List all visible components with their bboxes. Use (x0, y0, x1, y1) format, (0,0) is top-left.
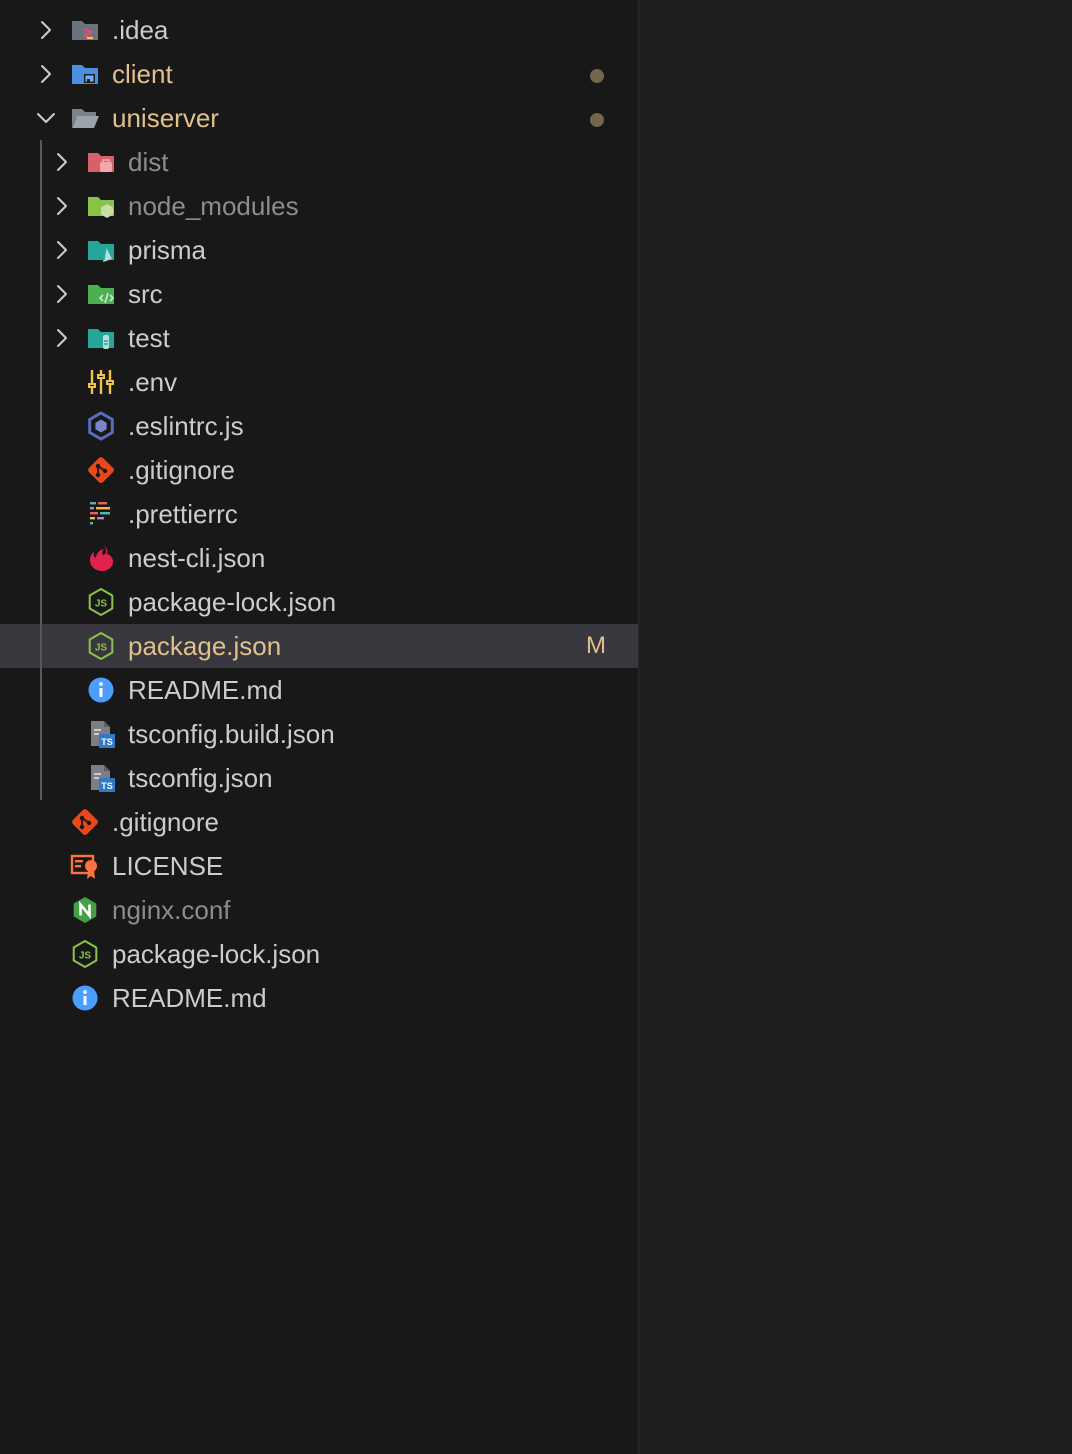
modified-dot (590, 113, 604, 127)
item-label: LICENSE (112, 851, 224, 881)
item-label: test (128, 323, 170, 353)
folder-idea[interactable]: .idea (0, 8, 638, 52)
folder-node-icon (86, 191, 116, 221)
file-nginx-conf[interactable]: nginx.conf (0, 888, 638, 932)
nest-icon (86, 543, 116, 573)
folder-node-modules[interactable]: node_modules (0, 184, 638, 228)
folder-client-icon (70, 59, 100, 89)
folder-test[interactable]: test (0, 316, 638, 360)
folder-client[interactable]: client (0, 52, 638, 96)
folder-idea-icon (70, 15, 100, 45)
chevron-right-icon[interactable] (34, 18, 58, 42)
item-label: nginx.conf (112, 895, 231, 925)
indent-guide (40, 140, 42, 800)
item-label: .eslintrc.js (128, 411, 244, 441)
chevron-right-icon[interactable] (50, 194, 74, 218)
nginx-icon (70, 895, 100, 925)
editor-area (639, 0, 1072, 1454)
svg-text:JS: JS (95, 643, 108, 654)
file-gitignore[interactable]: .gitignore (0, 800, 638, 844)
license-icon (70, 851, 100, 881)
folder-uniserver[interactable]: uniserver (0, 96, 638, 140)
item-label: uniserver (112, 103, 219, 133)
file-prettierrc[interactable]: .prettierrc (0, 492, 638, 536)
git-icon (86, 455, 116, 485)
svg-text:TS: TS (101, 781, 113, 791)
file-env[interactable]: .env (0, 360, 638, 404)
item-label: .env (128, 367, 178, 397)
item-label: package-lock.json (112, 939, 321, 969)
folder-src-icon (86, 279, 116, 309)
file-package-json[interactable]: JS package.json M (0, 624, 638, 668)
item-label: dist (128, 147, 169, 177)
item-label: client (112, 59, 173, 89)
folder-src[interactable]: src (0, 272, 638, 316)
file-readme-md[interactable]: README.md (0, 668, 638, 712)
file-eslintrc-js[interactable]: .eslintrc.js (0, 404, 638, 448)
git-status-badge: M (586, 632, 606, 659)
chevron-down-icon[interactable] (34, 106, 58, 130)
file-license[interactable]: LICENSE (0, 844, 638, 888)
item-label: tsconfig.json (128, 763, 273, 793)
file-tree: .idea client uniserver dist node_modulespris… (0, 0, 638, 1020)
prettier-icon (86, 499, 116, 529)
item-label: package.json (128, 631, 282, 661)
item-label: prisma (128, 235, 207, 265)
nodejs-icon: JS (86, 631, 116, 661)
folder-open-icon (70, 103, 100, 133)
file-tsconfig-json[interactable]: TS tsconfig.json (0, 756, 638, 800)
eslint-icon (86, 411, 116, 441)
svg-text:JS: JS (95, 599, 108, 610)
file-explorer: .idea client uniserver dist node_modulespris… (0, 0, 639, 1454)
item-label: package-lock.json (128, 587, 337, 617)
chevron-right-icon[interactable] (50, 326, 74, 350)
tsconfig-icon: TS (86, 719, 116, 749)
git-icon (70, 807, 100, 837)
item-label: README.md (112, 983, 267, 1013)
file-nest-cli-json[interactable]: nest-cli.json (0, 536, 638, 580)
chevron-right-icon[interactable] (50, 282, 74, 306)
item-label: nest-cli.json (128, 543, 266, 573)
item-label: src (128, 279, 163, 309)
chevron-right-icon[interactable] (34, 62, 58, 86)
env-icon (86, 367, 116, 397)
item-label: .gitignore (128, 455, 235, 485)
item-label: .idea (112, 15, 169, 45)
chevron-right-icon[interactable] (50, 150, 74, 174)
item-label: .prettierrc (128, 499, 238, 529)
tsconfig-icon: TS (86, 763, 116, 793)
file-readme-md[interactable]: README.md (0, 976, 638, 1020)
item-label: .gitignore (112, 807, 219, 837)
info-icon (86, 675, 116, 705)
item-label: README.md (128, 675, 283, 705)
file-gitignore[interactable]: .gitignore (0, 448, 638, 492)
file-tsconfig-build-json[interactable]: TS tsconfig.build.json (0, 712, 638, 756)
svg-text:JS: JS (79, 951, 92, 962)
nodejs-icon: JS (70, 939, 100, 969)
folder-dist-icon (86, 147, 116, 177)
svg-text:TS: TS (101, 737, 113, 747)
folder-dist[interactable]: dist (0, 140, 638, 184)
nodejs-icon: JS (86, 587, 116, 617)
folder-prisma-icon (86, 235, 116, 265)
folder-test-icon (86, 323, 116, 353)
item-label: tsconfig.build.json (128, 719, 335, 749)
info-icon (70, 983, 100, 1013)
file-package-lock-json[interactable]: JS package-lock.json (0, 580, 638, 624)
modified-dot (590, 69, 604, 83)
item-label: node_modules (128, 191, 299, 221)
file-package-lock-json[interactable]: JS package-lock.json (0, 932, 638, 976)
chevron-right-icon[interactable] (50, 238, 74, 262)
folder-prisma[interactable]: prisma (0, 228, 638, 272)
